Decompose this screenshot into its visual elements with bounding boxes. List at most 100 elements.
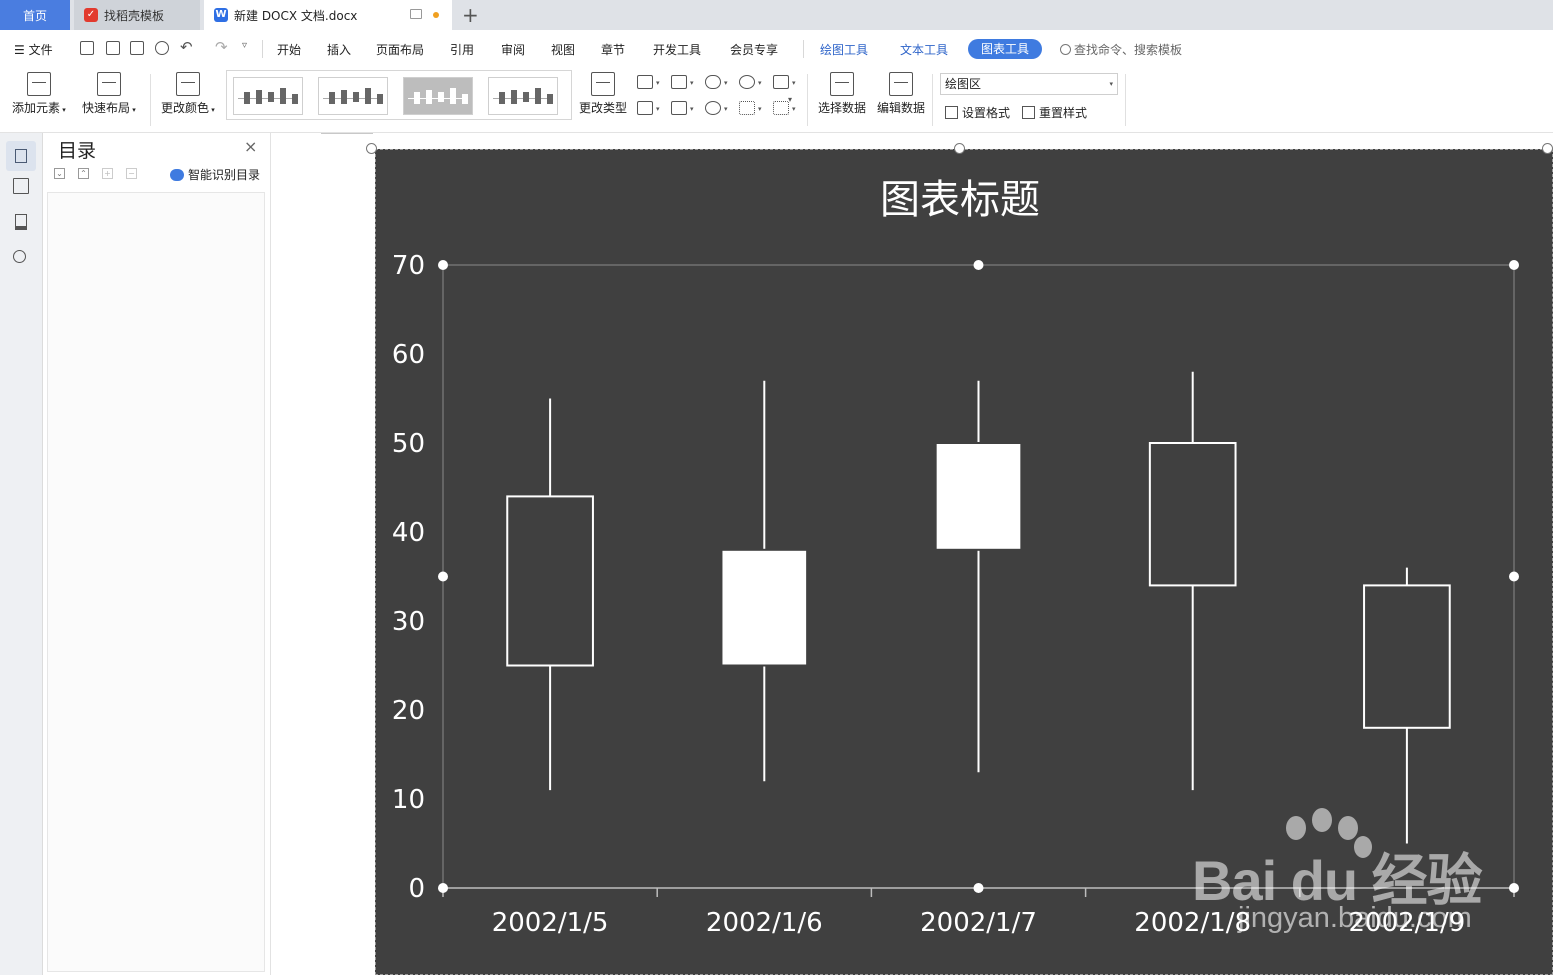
plot-area-handle[interactable] — [973, 260, 984, 270]
tab-home[interactable]: 首页 — [0, 0, 70, 30]
combo-chart-icon[interactable] — [671, 101, 687, 115]
edit-data-label: 编辑数据 — [877, 101, 926, 115]
menu-page-layout[interactable]: 页面布局 — [376, 41, 424, 58]
menu-text-tools[interactable]: 文本工具 — [900, 41, 948, 58]
y-tick-label: 60 — [392, 340, 425, 370]
chart-style-gallery[interactable]: ▾ — [226, 70, 792, 120]
expand-all-icon[interactable]: ⌄ — [54, 168, 65, 179]
menu-member[interactable]: 会员专享 — [730, 41, 778, 58]
candle-body-up[interactable] — [720, 548, 809, 667]
candle-body-down[interactable] — [1363, 584, 1451, 729]
line-chart-icon[interactable] — [705, 75, 721, 89]
menu-drawing-tools[interactable]: 绘图工具 — [820, 41, 868, 58]
file-menu[interactable]: ☰ 文件 — [14, 41, 53, 58]
plot-area-handle[interactable] — [973, 883, 984, 893]
chart-style-thumb-1[interactable] — [233, 77, 303, 115]
x-tick-label: 2002/1/6 — [706, 908, 823, 938]
candle-body-down[interactable] — [506, 495, 594, 667]
menu-view[interactable]: 视图 — [551, 41, 575, 58]
hamburger-icon: ☰ — [14, 43, 25, 57]
menu-insert[interactable]: 插入 — [327, 41, 351, 58]
quick-layout-label: 快速布局 — [82, 101, 131, 115]
collapse-all-icon[interactable]: ⌃ — [78, 168, 89, 179]
tab-templates[interactable]: ✓ 找稻壳模板 — [74, 0, 200, 30]
candle-body-down[interactable] — [1148, 442, 1237, 587]
pie-chart-icon[interactable] — [705, 101, 721, 115]
close-icon[interactable]: × — [244, 137, 257, 156]
radar-chart-icon[interactable] — [739, 75, 755, 89]
change-type-button[interactable]: 更改类型 — [579, 72, 627, 116]
reset-style-button[interactable]: 重置样式 — [1022, 104, 1087, 121]
candlestick-chart[interactable]: 图表标题 0 10 20 30 40 50 60 70 2002/1/5 2002/1/6 2002… — [375, 149, 1553, 975]
menu-chart-tools[interactable]: 图表工具 — [968, 39, 1042, 59]
toc-list[interactable] — [47, 192, 265, 972]
file-menu-label: 文件 — [28, 43, 53, 57]
bubble-chart-icon[interactable] — [773, 101, 789, 115]
x-tick-label: 2002/1/9 — [1349, 908, 1466, 938]
tab-document[interactable]: W 新建 DOCX 文档.docx — [204, 0, 452, 30]
x-tick-label: 2002/1/7 — [920, 908, 1037, 938]
redo-icon[interactable]: ↷ — [215, 38, 228, 56]
chart-style-thumb-4[interactable] — [488, 77, 558, 115]
menu-separator — [262, 40, 263, 58]
promote-level-icon[interactable]: + — [102, 168, 113, 179]
ribbon-separator — [807, 74, 808, 126]
scatter-chart-icon[interactable] — [739, 101, 755, 115]
demote-level-icon[interactable]: − — [126, 168, 137, 179]
chart-tools-ribbon: 添加元素 ▾ 快速布局 ▾ 更改颜色 ▾ ▾ 更改类型 ▾ ▾ ▾ ▾ ▾ ▾ … — [0, 68, 1553, 133]
print-preview-icon[interactable] — [155, 41, 169, 55]
quick-layout-button[interactable]: 快速布局 ▾ — [82, 72, 136, 116]
edit-data-icon — [889, 72, 913, 96]
quick-access-dropdown-icon[interactable]: ▿ — [242, 40, 247, 51]
monitor-icon[interactable] — [410, 9, 422, 19]
select-data-button[interactable]: 选择数据 — [818, 72, 866, 116]
plot-area-handle[interactable] — [1509, 883, 1519, 893]
search-icon[interactable] — [13, 250, 26, 263]
robot-icon — [170, 169, 184, 181]
chart-title[interactable]: 图表标题 — [880, 177, 1040, 223]
y-tick-label: 20 — [392, 696, 425, 726]
menu-separator — [803, 40, 804, 58]
chart-element-select[interactable]: 绘图区 ▾ — [940, 73, 1118, 95]
smart-detect-toc-button[interactable]: 智能识别目录 — [170, 166, 260, 183]
edit-data-button[interactable]: 编辑数据 — [877, 72, 925, 116]
menu-section[interactable]: 章节 — [601, 41, 625, 58]
change-color-icon — [175, 72, 200, 96]
menu-references[interactable]: 引用 — [450, 41, 474, 58]
plot-area-handle[interactable] — [438, 571, 448, 582]
menu-start[interactable]: 开始 — [277, 41, 301, 58]
chart-element-select-value: 绘图区 — [945, 77, 982, 91]
new-tab-button[interactable]: + — [462, 3, 479, 27]
y-tick-label: 0 — [408, 874, 425, 904]
set-format-button[interactable]: 设置格式 — [945, 104, 1010, 121]
plot-area-handle[interactable] — [438, 883, 448, 893]
chart-style-thumb-3[interactable] — [403, 77, 473, 115]
plot-area-handle[interactable] — [1509, 260, 1519, 270]
menu-developer[interactable]: 开发工具 — [653, 41, 701, 58]
menu-review[interactable]: 审阅 — [501, 41, 525, 58]
plot-area-handle[interactable] — [438, 260, 448, 270]
add-element-icon — [26, 72, 51, 96]
area-chart-icon[interactable] — [637, 101, 653, 115]
print-icon[interactable] — [130, 41, 144, 55]
chart-style-thumb-2[interactable] — [318, 77, 388, 115]
toc-nav-icon[interactable] — [6, 141, 36, 171]
bar-chart-icon[interactable] — [671, 75, 687, 89]
candle-body-up[interactable] — [934, 442, 1023, 551]
x-tick-label: 2002/1/5 — [492, 908, 609, 938]
left-navigation — [0, 133, 43, 975]
undo-icon[interactable]: ↶ — [180, 38, 193, 56]
y-tick-label: 70 — [392, 251, 425, 281]
export-pdf-icon[interactable] — [106, 41, 120, 55]
add-element-button[interactable]: 添加元素 ▾ — [12, 72, 66, 116]
bookmark-icon[interactable] — [15, 214, 27, 230]
change-color-button[interactable]: 更改颜色 ▾ — [161, 72, 215, 116]
smart-detect-toc-label: 智能识别目录 — [188, 168, 261, 182]
plot-area-handle[interactable] — [1509, 571, 1519, 582]
outline-nav-icon[interactable] — [13, 178, 29, 194]
column-chart-icon[interactable] — [637, 75, 653, 89]
command-search[interactable]: 查找命令、搜索模板 — [1060, 41, 1182, 58]
save-icon[interactable] — [80, 41, 94, 55]
stock-chart-icon[interactable] — [773, 75, 789, 89]
tab-document-label: 新建 DOCX 文档.docx — [234, 8, 358, 23]
